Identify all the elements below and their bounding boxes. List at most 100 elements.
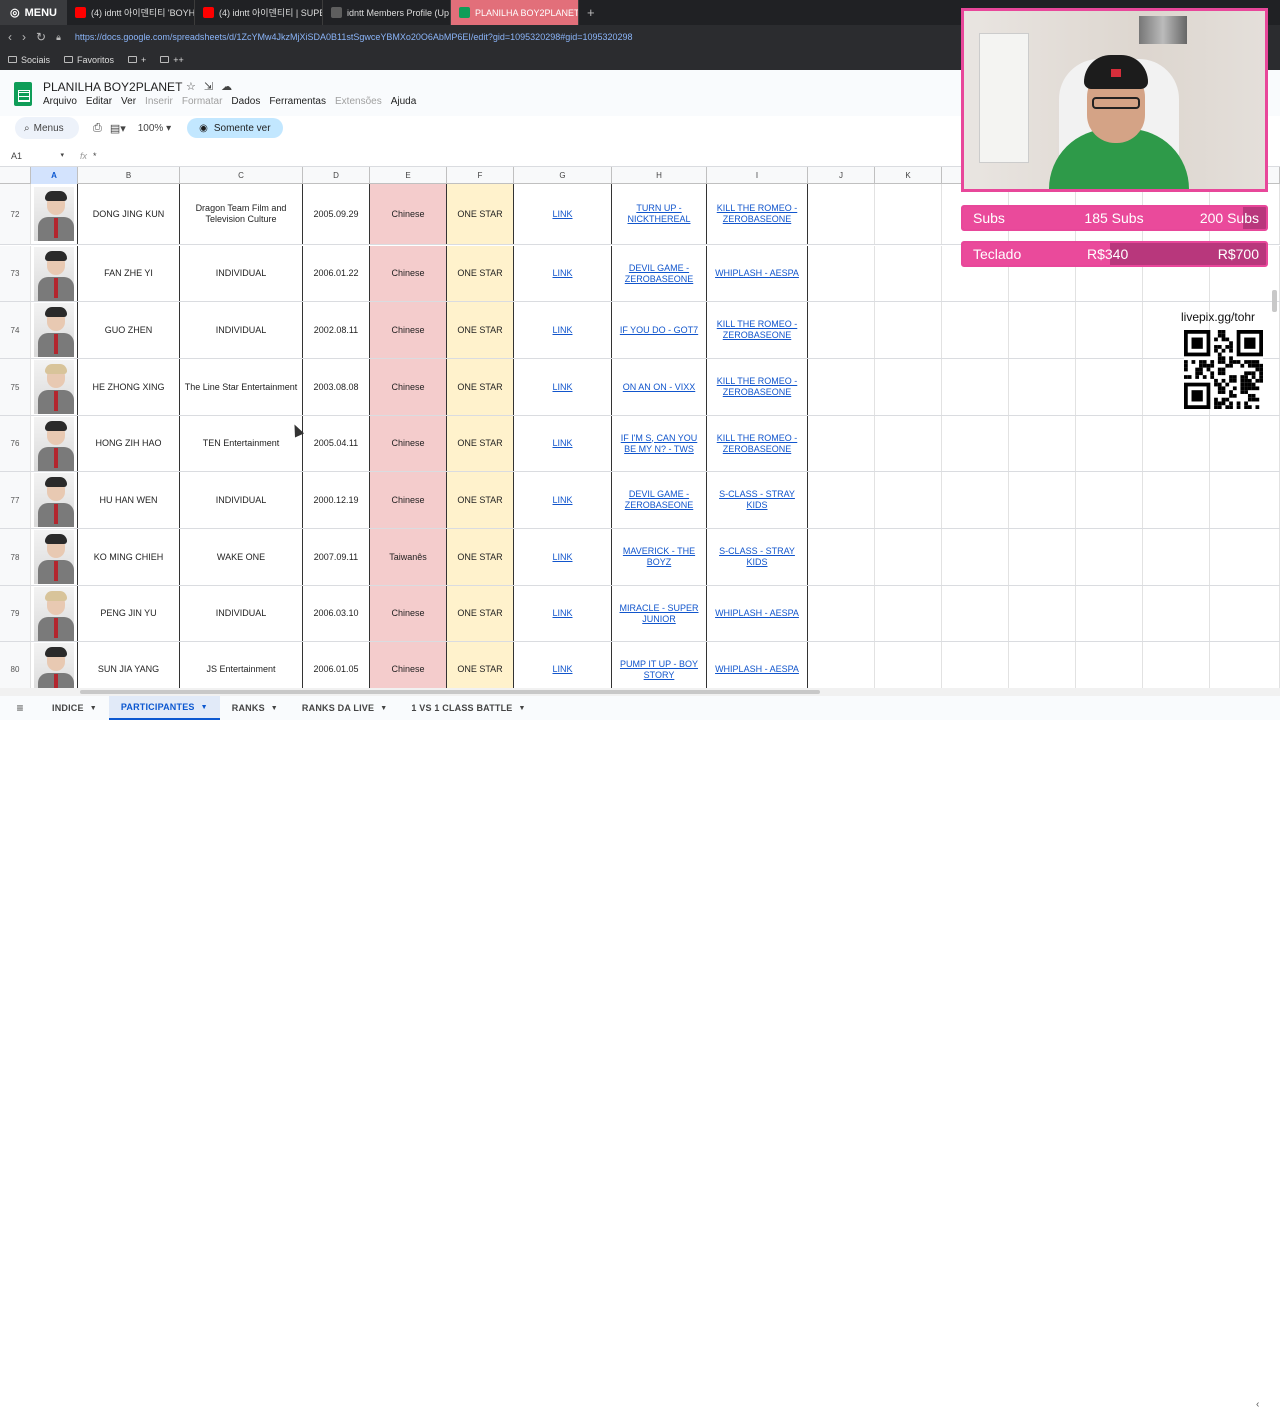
empty-cell[interactable] [808,359,875,415]
agency-cell[interactable]: JS Entertainment [180,642,303,688]
empty-cell[interactable] [1009,642,1076,688]
empty-cell[interactable] [1076,586,1143,641]
empty-cell[interactable] [875,642,942,688]
cell-link[interactable]: LINK [552,268,572,279]
cell-link[interactable]: KILL THE ROMEO - ZEROBASEONE [710,203,804,225]
caret-down-icon[interactable]: ▼ [519,705,526,712]
photo-cell[interactable] [31,302,78,358]
birthdate-cell[interactable]: 2003.08.08 [303,359,370,415]
song2-cell[interactable]: WHIPLASH - AESPA [707,642,808,688]
row-number[interactable]: 79 [0,586,31,641]
link-cell[interactable]: LINK [514,586,612,641]
cell-link[interactable]: KILL THE ROMEO - ZEROBASEONE [710,433,804,455]
song1-cell[interactable]: TURN UP - NICKTHEREAL [612,184,707,244]
empty-cell[interactable] [808,642,875,688]
song1-cell[interactable]: DEVIL GAME - ZEROBASEONE [612,472,707,528]
caret-down-icon[interactable]: ▼ [201,704,208,711]
rank-cell[interactable]: ONE STAR [447,359,514,415]
empty-cell[interactable] [875,359,942,415]
column-header-h[interactable]: H [612,167,707,184]
name-cell[interactable]: FAN ZHE YI [78,246,180,301]
column-header-d[interactable]: D [303,167,370,184]
empty-cell[interactable] [1076,642,1143,688]
cell-link[interactable]: DEVIL GAME - ZEROBASEONE [615,489,703,511]
empty-cell[interactable] [1210,586,1280,641]
menu-ajuda[interactable]: Ajuda [391,96,417,107]
song1-cell[interactable]: IF I'M S, CAN YOU BE MY N? - TWS [612,416,707,471]
empty-cell[interactable] [942,359,1009,415]
cell-link[interactable]: TURN UP - NICKTHEREAL [615,203,703,225]
corner-cell[interactable] [0,167,31,184]
rank-cell[interactable]: ONE STAR [447,184,514,244]
nationality-cell[interactable]: Chinese [370,246,447,301]
cell-link[interactable]: MAVERICK - THE BOYZ [615,546,703,568]
name-cell[interactable]: PENG JIN YU [78,586,180,641]
row-number[interactable]: 74 [0,302,31,358]
link-cell[interactable]: LINK [514,472,612,528]
menu-formatar[interactable]: Formatar [182,96,223,107]
view-only-button[interactable]: ◉ Somente ver [187,118,283,138]
empty-cell[interactable] [808,472,875,528]
photo-cell[interactable] [31,642,78,688]
song2-cell[interactable]: WHIPLASH - AESPA [707,246,808,301]
cell-link[interactable]: IF YOU DO - GOT7 [620,325,698,336]
photo-cell[interactable] [31,529,78,585]
empty-cell[interactable] [942,529,1009,585]
empty-cell[interactable] [1076,472,1143,528]
sheets-logo-icon[interactable] [14,82,32,106]
scroll-thumb[interactable] [80,690,820,694]
chevron-left-icon[interactable]: ‹ [1256,1399,1259,1410]
agency-cell[interactable]: WAKE ONE [180,529,303,585]
column-header-a[interactable]: A [31,167,78,184]
birthdate-cell[interactable]: 2006.03.10 [303,586,370,641]
empty-cell[interactable] [1143,472,1210,528]
cell-link[interactable]: S-CLASS - STRAY KIDS [710,546,804,568]
column-header-f[interactable]: F [447,167,514,184]
empty-cell[interactable] [942,586,1009,641]
agency-cell[interactable]: INDIVIDUAL [180,586,303,641]
caret-down-icon[interactable]: ▼ [380,705,387,712]
cell-link[interactable]: KILL THE ROMEO - ZEROBASEONE [710,319,804,341]
empty-cell[interactable] [1076,529,1143,585]
link-cell[interactable]: LINK [514,302,612,358]
name-cell[interactable]: SUN JIA YANG [78,642,180,688]
empty-cell[interactable] [808,184,875,244]
song1-cell[interactable]: IF YOU DO - GOT7 [612,302,707,358]
name-cell[interactable]: GUO ZHEN [78,302,180,358]
name-cell[interactable]: KO MING CHIEH [78,529,180,585]
empty-cell[interactable] [808,529,875,585]
nationality-cell[interactable]: Chinese [370,416,447,471]
column-header-b[interactable]: B [78,167,180,184]
cell-link[interactable]: DEVIL GAME - ZEROBASEONE [615,263,703,285]
bookmark-plus[interactable]: + [128,55,146,65]
cell-link[interactable]: LINK [552,438,572,449]
formula-input[interactable]: * [93,151,97,161]
bookmark-sociais[interactable]: Sociais [8,55,50,65]
song2-cell[interactable]: S-CLASS - STRAY KIDS [707,529,808,585]
sheet-tab-participantes[interactable]: PARTICIPANTES ▼ [108,696,220,720]
menu-arquivo[interactable]: Arquivo [43,96,77,107]
rank-cell[interactable]: ONE STAR [447,302,514,358]
bookmark-favoritos[interactable]: Favoritos [64,55,114,65]
agency-cell[interactable]: TEN Entertainment [180,416,303,471]
star-icon[interactable]: ☆ [186,80,196,93]
empty-cell[interactable] [875,529,942,585]
empty-cell[interactable] [1009,586,1076,641]
column-header-c[interactable]: C [180,167,303,184]
browser-tab[interactable]: PLANILHA BOY2PLANET [451,0,579,25]
column-header-g[interactable]: G [514,167,612,184]
column-header-i[interactable]: I [707,167,808,184]
photo-cell[interactable] [31,472,78,528]
birthdate-cell[interactable]: 2000.12.19 [303,472,370,528]
rank-cell[interactable]: ONE STAR [447,416,514,471]
empty-cell[interactable] [808,302,875,358]
browser-tab[interactable]: idntt Members Profile (Up [323,0,451,25]
agency-cell[interactable]: INDIVIDUAL [180,302,303,358]
row-number[interactable]: 72 [0,184,31,244]
agency-cell[interactable]: The Line Star Entertainment [180,359,303,415]
menu-editar[interactable]: Editar [86,96,112,107]
link-cell[interactable]: LINK [514,359,612,415]
document-title[interactable]: PLANILHA BOY2PLANET [43,80,182,94]
birthdate-cell[interactable]: 2005.09.29 [303,184,370,244]
song2-cell[interactable]: S-CLASS - STRAY KIDS [707,472,808,528]
